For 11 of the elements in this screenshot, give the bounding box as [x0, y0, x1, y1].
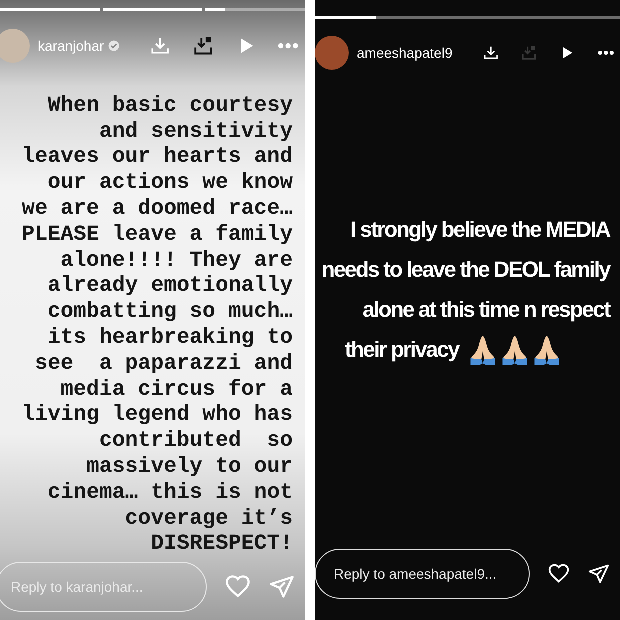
avatar[interactable] [0, 29, 30, 64]
praying-hands-icon [468, 334, 497, 364]
reply-field[interactable]: Reply to karanjohar... [0, 562, 207, 612]
story-text: When basic courtesy and sensitivity leaves our hearts and our actions we know we are a doomed race… PLEASE leave a family alone!!!! They are already emotionally combatting so much… its hearbreaking to see a paparazzi and media circus for a living legend who has contributed so massively to our cinema… this is not coverage it’s DISRESPECT! [21, 94, 294, 558]
more-icon[interactable] [598, 49, 614, 57]
praying-hands-icon [532, 334, 561, 364]
avatar[interactable] [315, 36, 349, 70]
praying-hands-icon [500, 334, 529, 364]
reply-field[interactable]: Reply to ameeshapatel9... [315, 549, 530, 599]
username[interactable]: ameeshapatel9 [357, 45, 453, 61]
story-text: their privacy [345, 336, 459, 364]
